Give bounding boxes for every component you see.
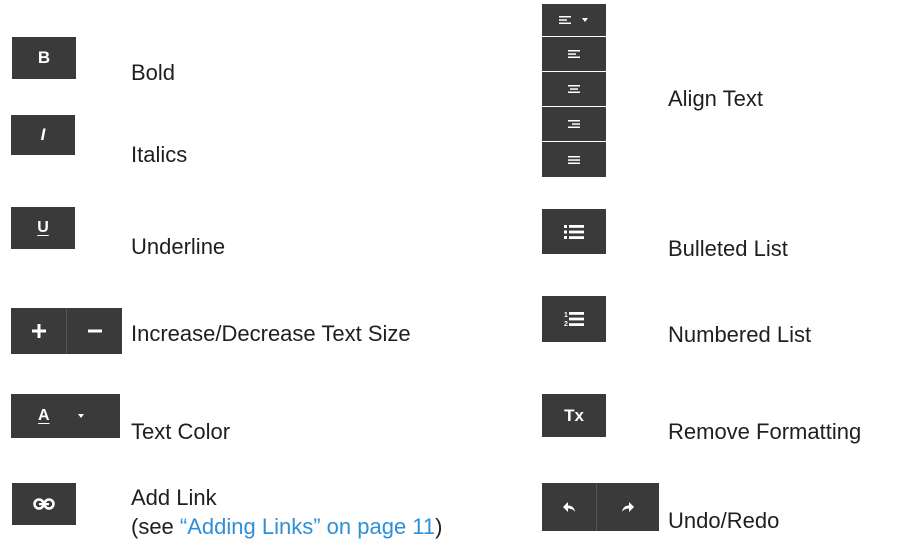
align-right-button[interactable] xyxy=(542,107,606,141)
bold-label: Bold xyxy=(131,60,176,85)
text-size-label: Increase/Decrease Text Size xyxy=(131,321,411,346)
undo-button[interactable] xyxy=(542,483,596,531)
add-link-reference: (see “Adding Links” on page 11) xyxy=(131,514,442,540)
svg-text:1: 1 xyxy=(564,312,568,319)
reference-prefix: (see xyxy=(131,514,180,539)
redo-icon xyxy=(622,502,634,512)
link-icon xyxy=(33,498,55,510)
underline-label: Underline xyxy=(131,234,226,259)
align-text-label: Align Text xyxy=(668,86,763,111)
bold-icon: B xyxy=(37,48,51,67)
remove-formatting-label: Remove Formatting xyxy=(668,419,862,444)
italic-icon: I xyxy=(40,125,46,144)
bulleted-list-button[interactable] xyxy=(542,209,606,254)
numbered-list-icon: 1 2 xyxy=(564,312,584,328)
undo-redo-label: Undo/Redo xyxy=(668,508,780,533)
svg-text:2: 2 xyxy=(564,321,568,328)
reference-suffix: ) xyxy=(435,514,443,539)
italics-label: Italics xyxy=(131,142,188,167)
align-left-icon xyxy=(559,16,571,24)
increase-text-size-button[interactable] xyxy=(11,308,66,354)
underline-button[interactable]: U xyxy=(11,207,75,249)
numbered-list-label: Numbered List xyxy=(668,322,812,347)
align-dropdown-button[interactable] xyxy=(542,4,606,36)
plus-icon xyxy=(31,324,46,338)
underline-icon: U xyxy=(37,219,49,236)
align-center-button[interactable] xyxy=(542,72,606,106)
italic-button[interactable]: I xyxy=(11,115,75,155)
chevron-down-icon xyxy=(77,414,84,418)
remove-formatting-button[interactable]: Tx xyxy=(542,394,606,437)
align-justify-button[interactable] xyxy=(542,142,606,177)
bulleted-list-label: Bulleted List xyxy=(668,236,788,261)
add-link-label: Add Link xyxy=(131,485,217,510)
redo-button[interactable] xyxy=(597,483,659,531)
add-link-button[interactable] xyxy=(12,483,76,525)
adding-links-link[interactable]: “Adding Links” on page 11 xyxy=(180,514,435,539)
align-center-icon xyxy=(568,85,580,93)
text-color-button[interactable]: A xyxy=(11,394,120,438)
align-justify-icon xyxy=(568,155,580,164)
undo-icon xyxy=(563,502,575,512)
align-left-button[interactable] xyxy=(542,37,606,71)
decrease-text-size-button[interactable] xyxy=(67,308,122,354)
text-color-label: Text Color xyxy=(131,419,231,444)
align-left-icon xyxy=(568,50,580,58)
text-color-icon: A xyxy=(38,407,50,424)
align-right-icon xyxy=(568,120,580,128)
bulleted-list-icon xyxy=(564,224,584,239)
numbered-list-button[interactable]: 1 2 xyxy=(542,296,606,342)
bold-button[interactable]: B xyxy=(12,37,76,79)
chevron-down-icon xyxy=(582,18,588,22)
remove-format-icon: Tx xyxy=(564,405,584,425)
minus-icon xyxy=(87,329,102,333)
